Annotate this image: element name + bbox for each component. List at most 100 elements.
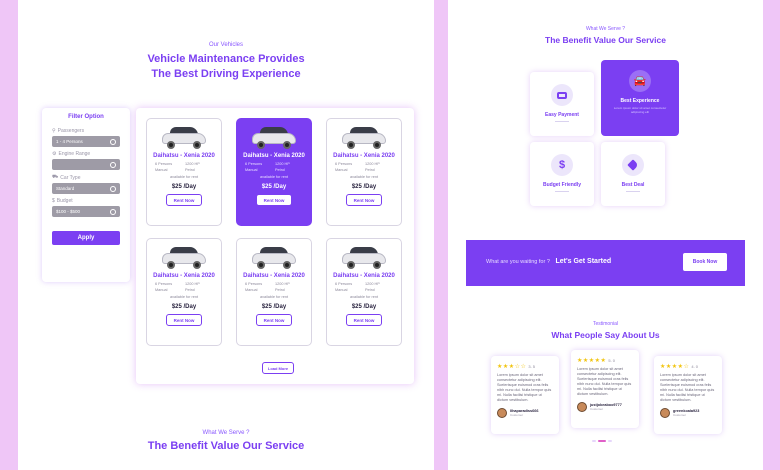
- filter-label-budget: $ Budget: [52, 198, 73, 204]
- power-spec: 1200 HP: [275, 282, 290, 286]
- carousel-dot[interactable]: [608, 440, 612, 442]
- benefit-easy-payment: Easy Payment: [530, 72, 594, 136]
- user-role: Customer: [510, 413, 524, 417]
- engine-select[interactable]: [52, 159, 120, 170]
- dollar-icon: $: [52, 198, 55, 204]
- chevron-down-icon: [110, 208, 116, 215]
- fuel-spec: Petrol: [365, 288, 375, 292]
- power-spec: 1200 HP: [275, 162, 290, 166]
- budget-select[interactable]: $100 - $500: [52, 206, 120, 217]
- carousel-dot[interactable]: [592, 440, 596, 442]
- car-image: [250, 245, 298, 269]
- cars-grid: Daihatsu - Xenia 2020 6 Persons 1200 HP Ma…: [136, 108, 414, 384]
- car-image: [340, 245, 388, 269]
- persons-spec: 6 Persons: [245, 282, 263, 286]
- car-price: $25 /Day: [171, 304, 197, 310]
- benefits-section: What We Serve ? The Benefit Value Our Se…: [448, 0, 763, 470]
- availability: available for rent: [169, 175, 199, 179]
- cta-banner: What are you waiting for ? Let's Get Sta…: [466, 240, 745, 286]
- testimonial-card: ★★★☆☆ 3.5 Lorem ipsum dolor sit amet cons…: [491, 356, 559, 434]
- car-image: [340, 125, 388, 149]
- transmission-spec: Manual: [155, 288, 168, 292]
- car-price: $25 /Day: [261, 184, 287, 190]
- rent-now-button[interactable]: Rent Now: [166, 194, 202, 206]
- rating-stars: ★★★★★ 5.0: [577, 358, 616, 364]
- rating-stars: ★★★★☆ 4.0: [660, 364, 699, 370]
- rent-now-button[interactable]: Rent Now: [346, 314, 382, 326]
- car-name: Daihatsu - Xenia 2020: [153, 153, 215, 159]
- testimonial-text: Lorem ipsum dolor sit amet consectetur a…: [660, 373, 715, 402]
- chevron-down-icon: [110, 161, 116, 168]
- power-spec: 1200 HP: [365, 162, 380, 166]
- persons-spec: 6 Persons: [335, 162, 353, 166]
- transmission-spec: Manual: [155, 168, 168, 172]
- car-price: $25 /Day: [351, 184, 377, 190]
- car-image: [160, 245, 208, 269]
- section-title-line2: The Best Driving Experience: [151, 68, 301, 80]
- engine-icon: ⚙: [52, 151, 57, 157]
- car-image: [250, 125, 298, 149]
- user-role: Customer: [590, 407, 604, 411]
- carousel-dots: [592, 440, 612, 442]
- rent-now-button[interactable]: Rent Now: [256, 314, 292, 326]
- testimonial-title: What People Say About Us: [551, 330, 660, 340]
- fuel-spec: Petrol: [275, 288, 285, 292]
- section-kicker: Our Vehicles: [208, 42, 244, 48]
- car-name: Daihatsu - Xenia 2020: [153, 273, 215, 279]
- benefit-kicker: What We Serve ?: [585, 26, 626, 32]
- car-image: [160, 125, 208, 149]
- car-card: Daihatsu - Xenia 2020 6 Persons 1200 HP Ma…: [146, 118, 222, 226]
- power-spec: 1200 HP: [365, 282, 380, 286]
- persons-spec: 6 Persons: [155, 282, 173, 286]
- car-card-highlighted: Daihatsu - Xenia 2020 6 Persons 1200 HP Ma…: [236, 118, 312, 226]
- persons-spec: 6 Persons: [335, 282, 353, 286]
- fuel-spec: Petrol: [275, 168, 285, 172]
- book-now-button[interactable]: Book Now: [683, 253, 727, 271]
- user-role: Customer: [673, 413, 687, 417]
- apply-button[interactable]: Apply: [52, 231, 120, 245]
- testimonial-kicker: Testimonial: [592, 321, 618, 327]
- power-spec: 1200 HP: [185, 162, 200, 166]
- wallet-icon: [557, 91, 567, 99]
- car-icon: 🚘: [633, 75, 647, 87]
- chevron-down-icon: [110, 185, 116, 192]
- transmission-spec: Manual: [335, 168, 348, 172]
- vehicles-section: Our Vehicles Vehicle Maintenance Provide…: [18, 0, 434, 470]
- car-name: Daihatsu - Xenia 2020: [243, 273, 305, 279]
- car-price: $25 /Day: [171, 184, 197, 190]
- transmission-spec: Manual: [245, 288, 258, 292]
- carousel-dot-active[interactable]: [598, 440, 606, 442]
- passengers-select[interactable]: 1 - 4 Persons: [52, 136, 120, 147]
- rent-now-button[interactable]: Rent Now: [256, 194, 292, 206]
- section-title-line1: Vehicle Maintenance Provides: [147, 53, 305, 65]
- testimonial-text: Lorem ipsum dolor sit amet consectetur a…: [577, 367, 632, 396]
- rent-now-button[interactable]: Rent Now: [346, 194, 382, 206]
- testimonial-card: ★★★★★ 5.0 Lorem ipsum dolor sit amet cons…: [571, 350, 639, 428]
- cartype-select[interactable]: Standard: [52, 183, 120, 194]
- availability: available for rent: [349, 175, 379, 179]
- benefit-budget-friendly: $ Budget Friendly: [530, 142, 594, 206]
- dollar-icon: $: [558, 159, 566, 171]
- fuel-spec: Petrol: [185, 168, 195, 172]
- bottom-kicker: What We Serve ?: [202, 430, 250, 436]
- cta-strong: Let's Get Started: [555, 258, 612, 265]
- car-card: Daihatsu - Xenia 2020 6 Persons 1200 HP Ma…: [326, 238, 402, 346]
- tag-icon: [627, 159, 639, 171]
- benefit-title: The Benefit Value Our Service: [545, 35, 666, 45]
- person-icon: ⚲: [52, 128, 56, 134]
- car-card: Daihatsu - Xenia 2020 6 Persons 1200 HP Ma…: [146, 238, 222, 346]
- rent-now-button[interactable]: Rent Now: [166, 314, 202, 326]
- transmission-spec: Manual: [335, 288, 348, 292]
- persons-spec: 6 Persons: [155, 162, 173, 166]
- filter-label-engine: ⚙ Engine Range: [52, 151, 91, 157]
- car-name: Daihatsu - Xenia 2020: [243, 153, 305, 159]
- load-more-button[interactable]: Load More: [262, 362, 294, 374]
- rating-stars: ★★★☆☆ 3.5: [497, 364, 536, 370]
- filter-label-cartype: ⛟ Car Type: [52, 174, 81, 181]
- chevron-down-icon: [110, 138, 116, 145]
- car-name: Daihatsu - Xenia 2020: [333, 153, 395, 159]
- car-icon: ⛟: [52, 174, 59, 180]
- power-spec: 1200 HP: [185, 282, 200, 286]
- benefit-best-experience: 🚘 Best Experience Lorem ipsum dolor sit …: [601, 60, 679, 136]
- car-price: $25 /Day: [351, 304, 377, 310]
